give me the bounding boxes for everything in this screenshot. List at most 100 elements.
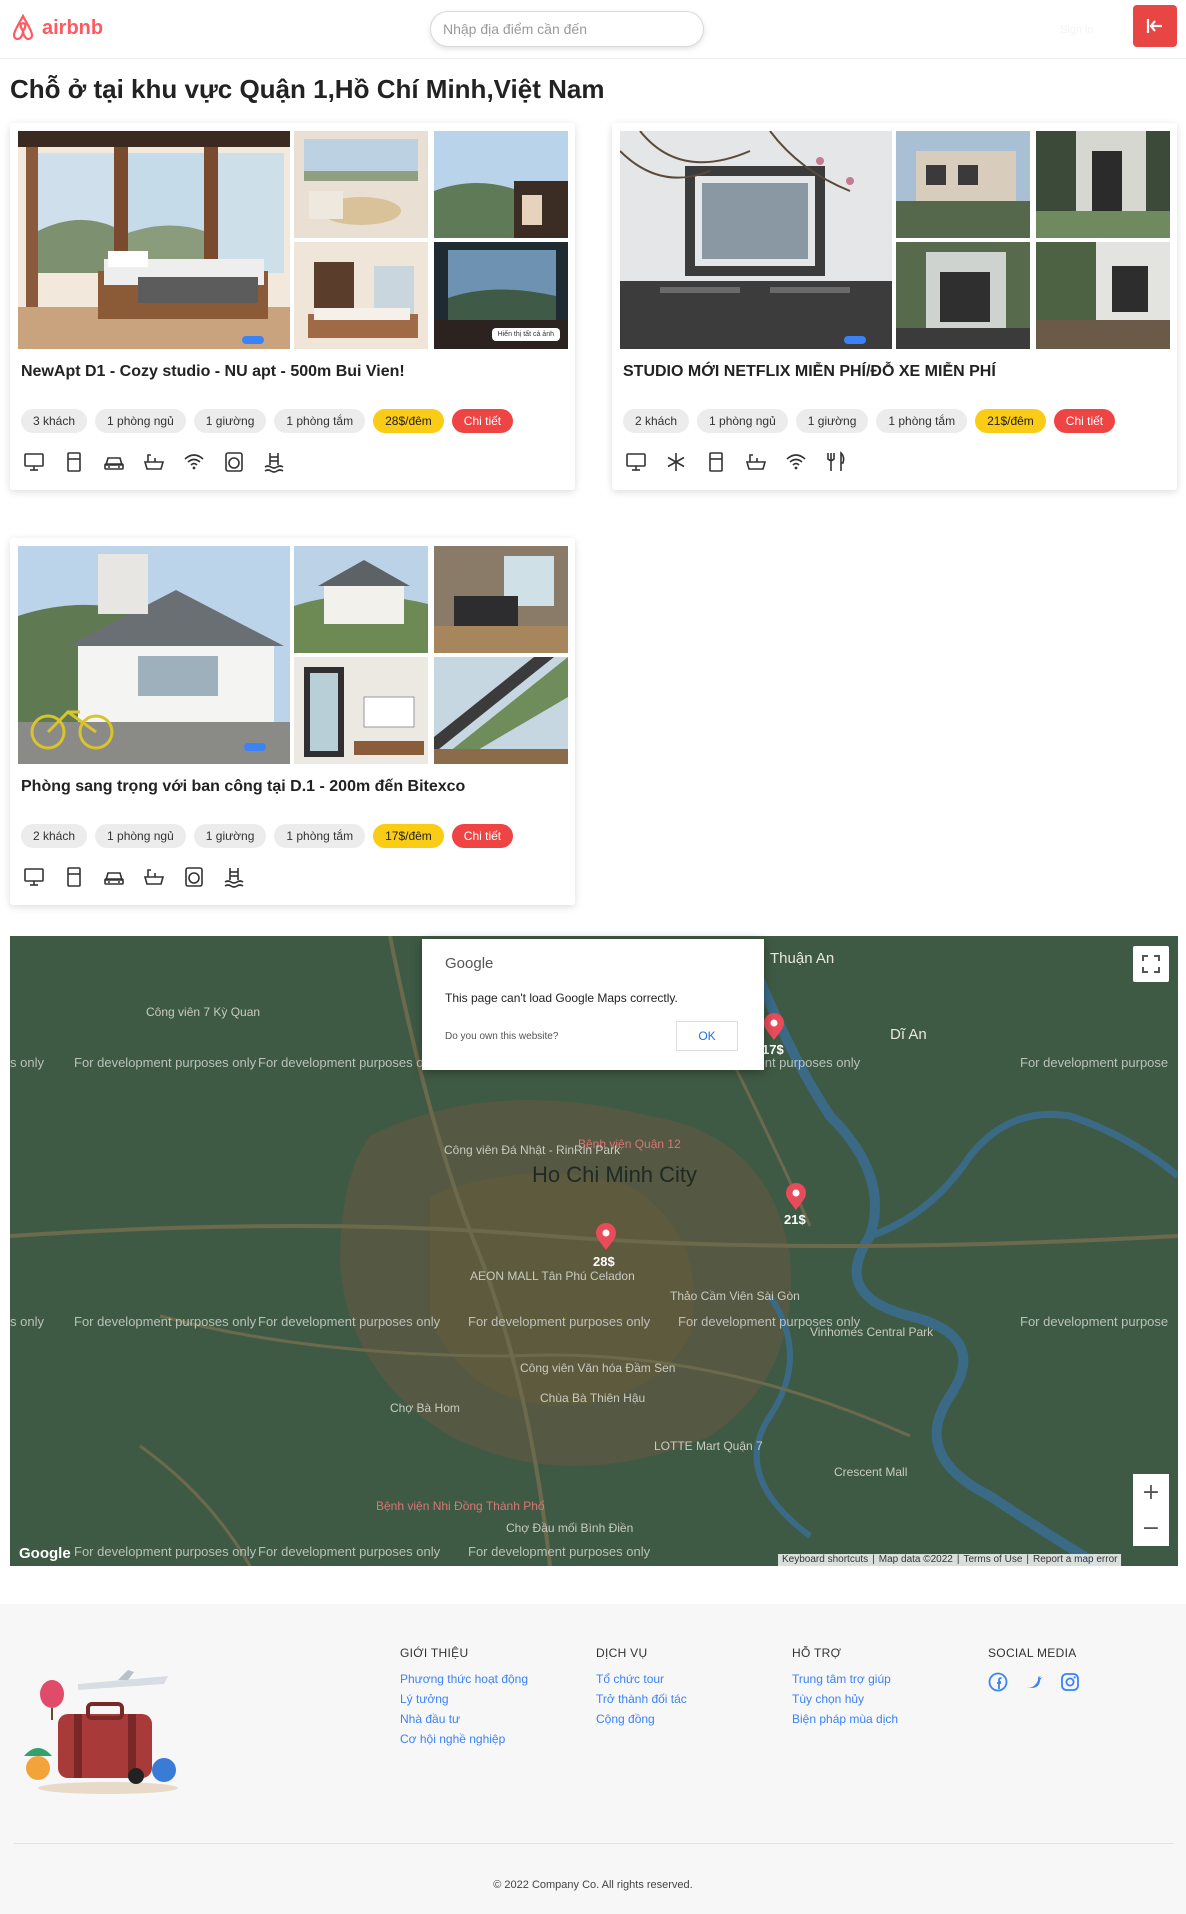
photo-gallery[interactable] (18, 546, 568, 764)
footer-link[interactable]: Cộng đồng (596, 1712, 687, 1726)
map-place: LOTTE Mart Quận 7 (654, 1439, 763, 1453)
zoom-out-button[interactable]: − (1133, 1510, 1169, 1546)
google-logo: Google (19, 1545, 71, 1562)
tv-icon (24, 453, 44, 471)
fullscreen-button[interactable] (1133, 946, 1169, 982)
dialog-ok-button[interactable]: OK (676, 1021, 738, 1051)
footer-link[interactable]: Trung tâm trợ giúp (792, 1672, 898, 1686)
footer-heading: DỊCH VỤ (596, 1646, 648, 1660)
carousel-indicator[interactable] (242, 336, 264, 344)
airbnb-logo[interactable]: airbnb (10, 14, 103, 42)
listing-title[interactable]: Phòng sang trọng với ban công tại D.1 - … (21, 778, 465, 796)
footer-heading: SOCIAL MEDIA (988, 1646, 1077, 1660)
footer-link[interactable]: Phương thức hoạt động (400, 1672, 528, 1686)
dialog-question[interactable]: Do you own this website? (445, 1031, 558, 1042)
pool-icon (264, 453, 284, 473)
search-input[interactable] (430, 11, 704, 47)
footer-link[interactable]: Lý tưởng (400, 1692, 528, 1706)
listing-info: 2 khách 1 phòng ngủ 1 giường 1 phòng tắm… (623, 409, 1116, 433)
report-error-link[interactable]: Report a map error (1033, 1554, 1117, 1567)
photo-thumb[interactable] (294, 242, 428, 349)
listing-card[interactable]: STUDIO MỚI NETFLIX MIỄN PHÍ/ĐỖ XE MIỄN P… (612, 123, 1177, 490)
detail-button[interactable]: Chi tiết (451, 409, 514, 433)
show-all-photos-button[interactable]: Hiển thị tất cả ảnh (491, 328, 560, 341)
bedrooms-badge: 1 phòng ngủ (95, 409, 186, 433)
facebook-icon[interactable] (988, 1672, 1008, 1692)
photo-gallery[interactable]: Hiển thị tất cả ảnh (18, 131, 568, 349)
main-photo[interactable] (620, 131, 892, 349)
amenities (23, 866, 245, 888)
map-place: AEON MALL Tân Phú Celadon (470, 1269, 635, 1283)
listing-title[interactable]: STUDIO MỚI NETFLIX MIỄN PHÍ/ĐỖ XE MIỄN P… (623, 363, 996, 381)
carousel-indicator[interactable] (244, 743, 266, 751)
detail-button[interactable]: Chi tiết (451, 824, 514, 848)
bathtub-icon (143, 454, 165, 470)
map-watermark: s only (10, 1314, 44, 1329)
photo-thumb[interactable] (434, 131, 568, 238)
baths-badge: 1 phòng tắm (274, 824, 366, 848)
photo-thumb[interactable] (1036, 131, 1170, 238)
sign-in-link[interactable]: Sign in (1060, 24, 1094, 36)
map-place: Thảo Cầm Viên Sài Gòn (670, 1289, 800, 1303)
footer-link[interactable]: Tổ chức tour (596, 1672, 687, 1686)
login-arrow-icon (1146, 19, 1162, 33)
footer-link[interactable]: Tùy chọn hủy (792, 1692, 898, 1706)
terms-link[interactable]: Terms of Use (963, 1554, 1022, 1567)
fridge-icon (67, 867, 81, 887)
photo-thumb[interactable] (294, 131, 428, 238)
snowflake-icon (667, 453, 685, 471)
footer-link[interactable]: Trở thành đối tác (596, 1692, 687, 1706)
photo-thumb[interactable] (294, 657, 428, 764)
map-watermark: s only (10, 1055, 44, 1070)
listing-title[interactable]: NewApt D1 - Cozy studio - NU apt - 500m … (21, 363, 405, 381)
kitchen-icon (827, 451, 845, 471)
map-place: Chùa Bà Thiên Hậu (540, 1391, 645, 1405)
guests-badge: 3 khách (21, 409, 88, 433)
photo-thumb[interactable] (896, 131, 1030, 238)
photo-thumb[interactable] (294, 546, 428, 653)
map-data-text: Map data ©2022 (878, 1554, 953, 1565)
main-photo[interactable] (18, 546, 290, 764)
footer-link[interactable]: Cơ hội nghề nghiệp (400, 1732, 528, 1746)
map-watermark: For development purpose (1020, 1314, 1168, 1329)
footer-link[interactable]: Biện pháp mùa dịch (792, 1712, 898, 1726)
beds-badge: 1 giường (193, 409, 267, 433)
map-place: Chợ Bà Hom (390, 1401, 460, 1415)
tv-icon (626, 453, 646, 471)
photo-thumb[interactable] (896, 242, 1030, 349)
photo-thumb[interactable] (434, 546, 568, 653)
photo-thumb[interactable]: Hiển thị tất cả ảnh (434, 242, 568, 349)
footer-heading: HỖ TRỢ (792, 1646, 842, 1660)
zoom-in-button[interactable]: + (1133, 1474, 1169, 1510)
instagram-icon[interactable] (1060, 1672, 1080, 1692)
social-links (988, 1672, 1080, 1692)
listing-card[interactable]: Hiển thị tất cả ảnh NewApt D1 - Cozy stu… (10, 123, 575, 490)
login-button[interactable] (1133, 5, 1177, 47)
airbnb-logo-icon (12, 14, 34, 41)
keyboard-shortcuts-link[interactable]: Keyboard shortcuts (782, 1554, 868, 1567)
beds-badge: 1 giường (193, 824, 267, 848)
copyright: © 2022 Company Co. All rights reserved. (493, 1879, 693, 1891)
twitter-icon[interactable] (1024, 1672, 1044, 1692)
price-badge: 17$/đêm (373, 824, 444, 848)
footer-divider (14, 1843, 1174, 1844)
listing-info: 2 khách 1 phòng ngủ 1 giường 1 phòng tắm… (21, 824, 514, 848)
fridge-icon (709, 452, 723, 472)
photo-gallery[interactable] (620, 131, 1170, 349)
map-attribution: Keyboard shortcuts | Map data ©2022 | Term… (778, 1554, 1122, 1567)
footer-link[interactable]: Nhà đầu tư (400, 1712, 528, 1726)
main-photo[interactable] (18, 131, 290, 349)
photo-thumb[interactable] (434, 657, 568, 764)
map-place: Crescent Mall (834, 1465, 907, 1479)
listing-card[interactable]: Phòng sang trọng với ban công tại D.1 - … (10, 538, 575, 905)
footer-support: HỖ TRỢ Trung tâm trợ giúp Tùy chọn hủy B… (792, 1646, 898, 1732)
detail-button[interactable]: Chi tiết (1053, 409, 1116, 433)
carousel-indicator[interactable] (844, 336, 866, 344)
fridge-icon (67, 452, 81, 472)
price-badge: 21$/đêm (975, 409, 1046, 433)
map-watermark: For development purposes only (74, 1055, 257, 1070)
maps-error-dialog: Google This page can't load Google Maps … (422, 939, 764, 1070)
photo-thumb[interactable] (1036, 242, 1170, 349)
map-watermark: For development purposes only (74, 1544, 257, 1559)
bathtub-icon (745, 454, 767, 470)
